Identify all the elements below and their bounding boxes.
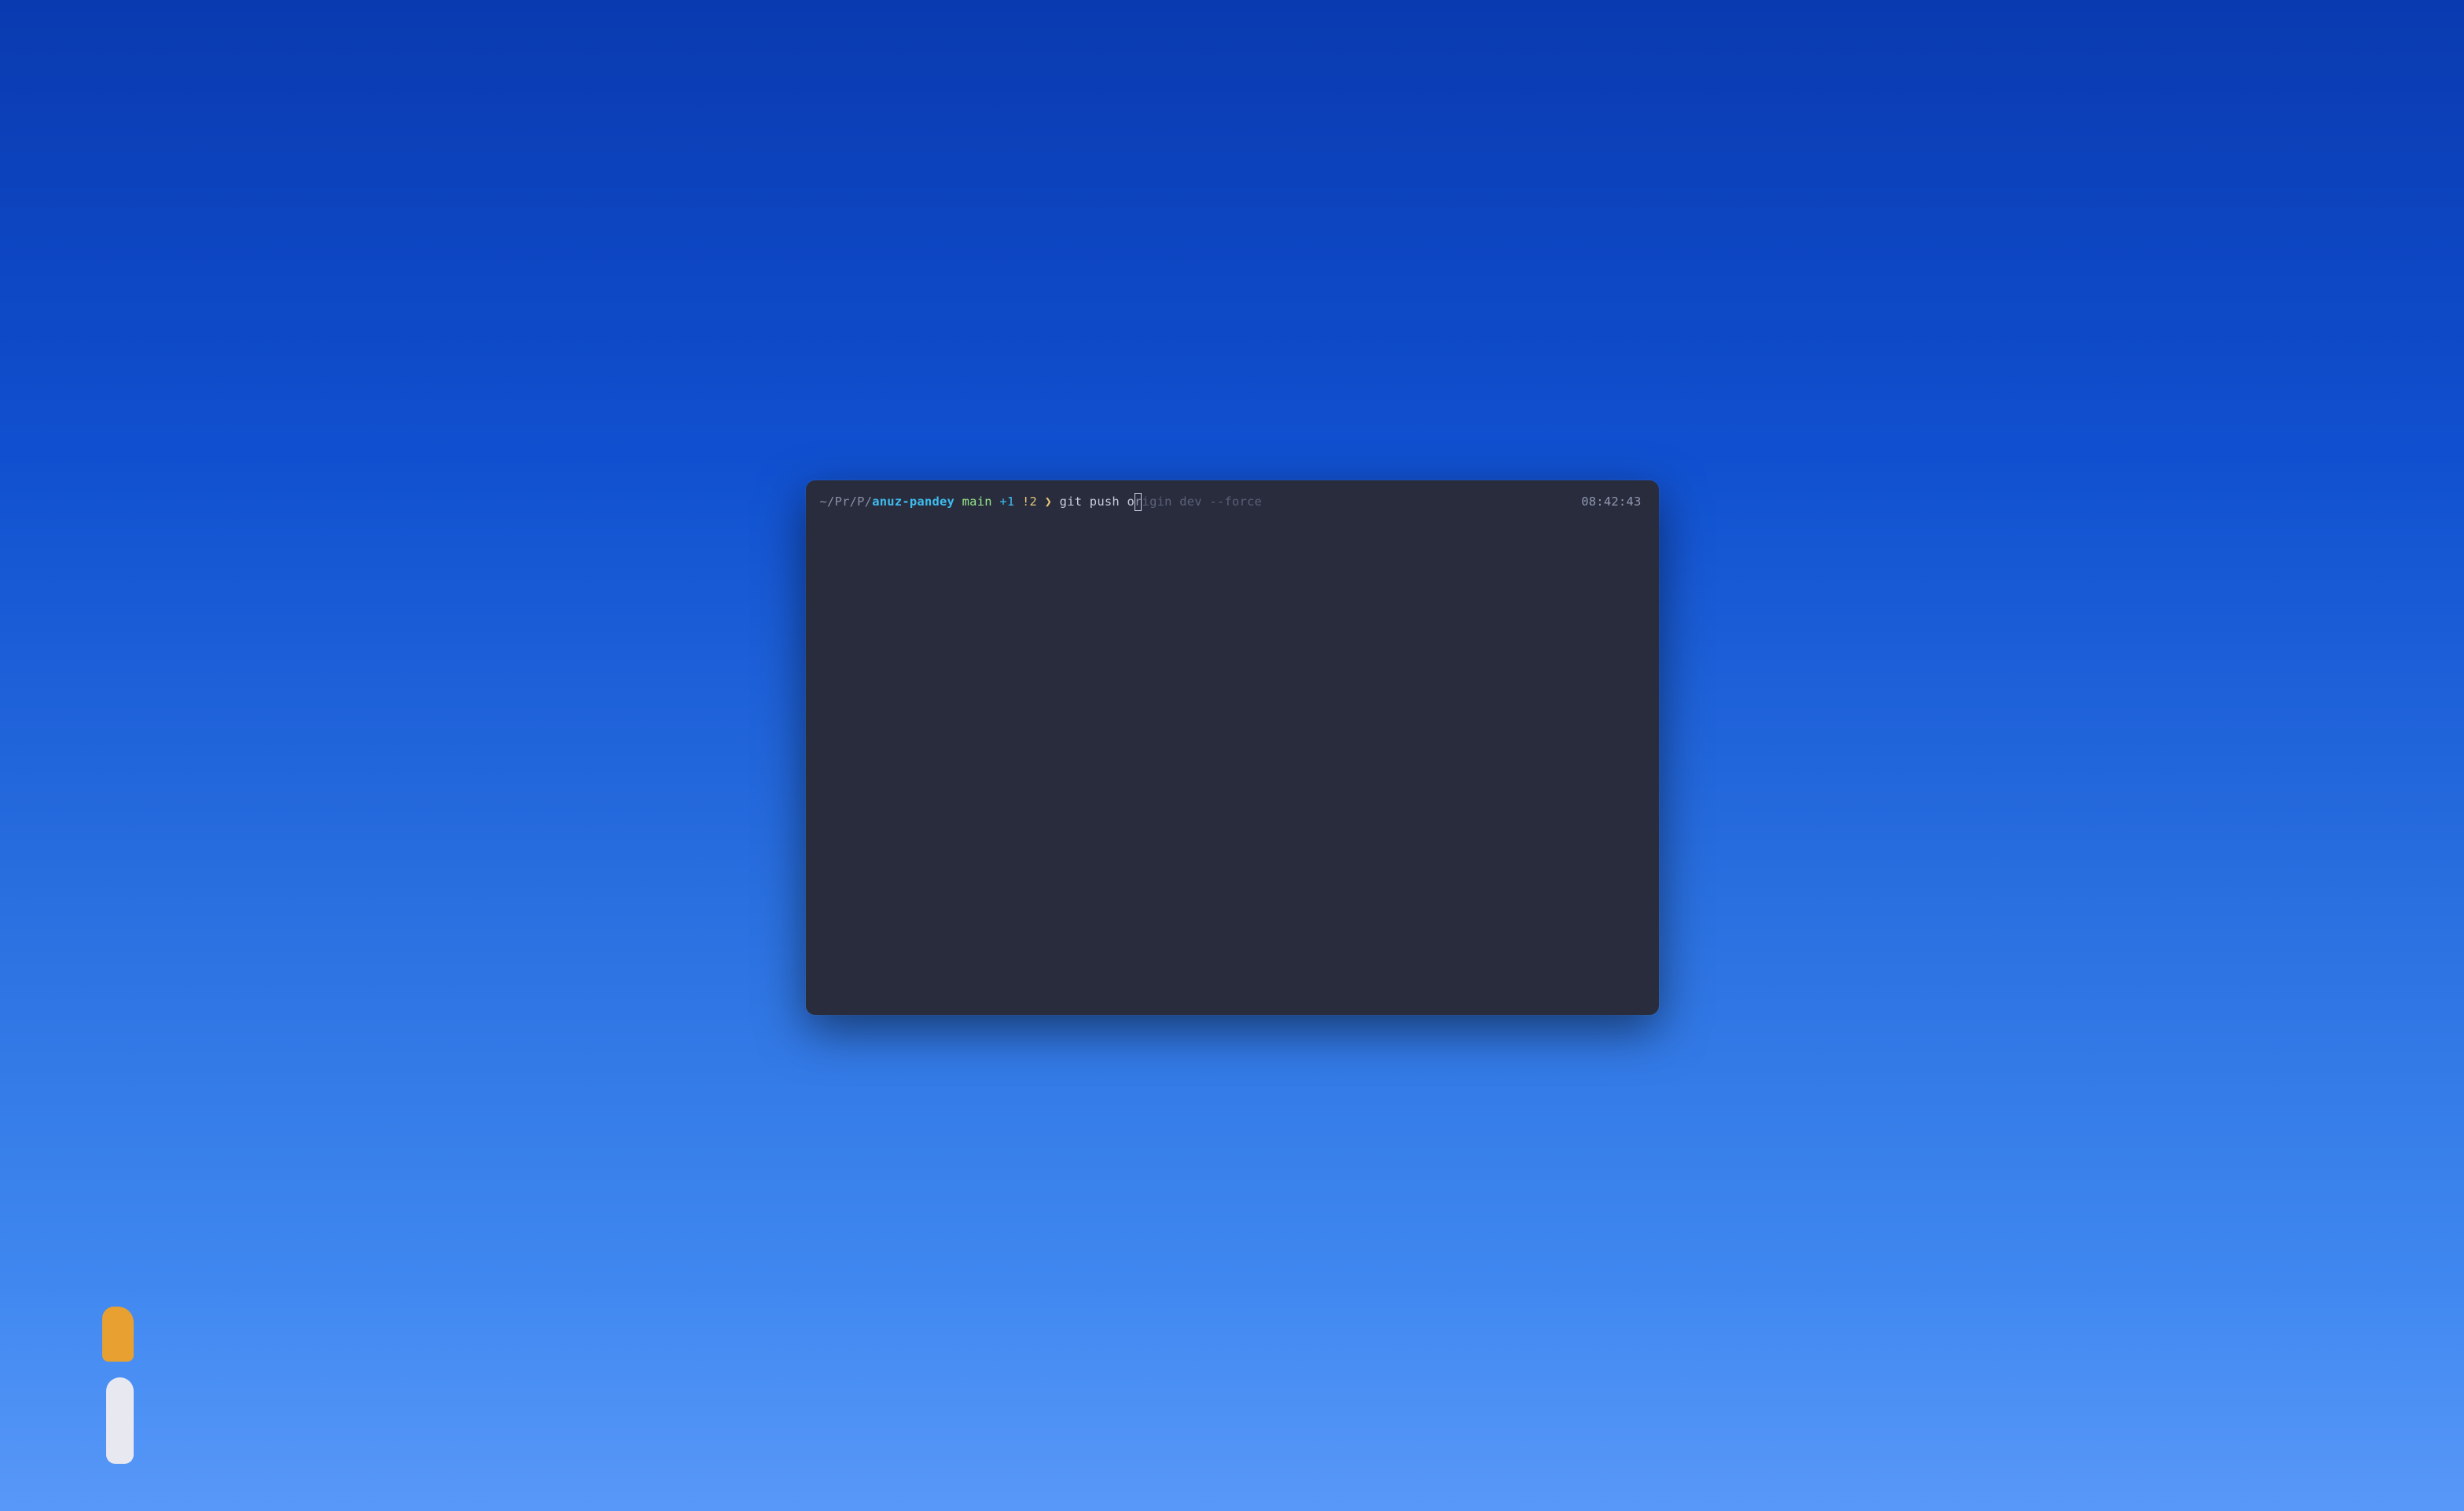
command-autosuggest: igin dev --force [1142,493,1263,511]
git-branch: main [962,493,992,511]
terminal-cursor: r [1135,493,1142,511]
path-prefix: ~/Pr/P/ [820,493,873,511]
prompt-timestamp: 08:42:43 [1581,493,1644,511]
command-typed[interactable]: git push o [1060,493,1135,511]
cursor-character: r [1135,494,1142,509]
prompt-arrow-icon: ❯ [1045,493,1053,511]
git-dirty-indicator: !2 [1022,493,1037,511]
git-ahead-indicator: +1 [999,493,1014,511]
terminal-content[interactable]: ~/Pr/P/anuz-pandey main +1 !2 ❯ git push… [806,480,1659,524]
prompt-left: ~/Pr/P/anuz-pandey main +1 !2 ❯ git push… [820,493,1263,511]
prompt-line[interactable]: ~/Pr/P/anuz-pandey main +1 !2 ❯ git push… [820,493,1645,511]
path-directory: anuz-pandey [872,493,954,511]
terminal-window[interactable]: ~/Pr/P/anuz-pandey main +1 !2 ❯ git push… [806,480,1659,1015]
desktop-mascot [106,1307,138,1464]
